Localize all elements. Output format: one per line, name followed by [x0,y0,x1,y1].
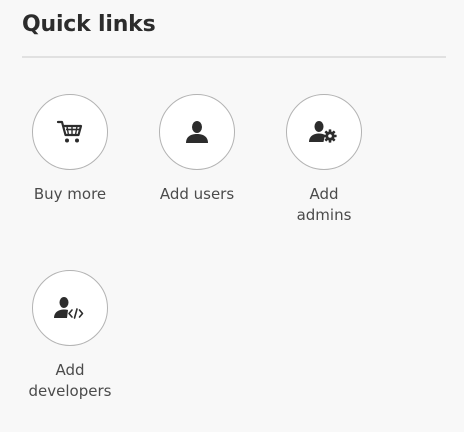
buy-more-button[interactable] [32,94,108,170]
add-developers-button[interactable] [32,270,108,346]
title-divider [22,56,446,58]
quick-links-panel: Quick links Buy more Add users Add admin… [0,0,464,432]
buy-more-label: Buy more [33,185,107,203]
add-users-link[interactable]: Add users [137,94,257,205]
add-admins-link[interactable]: Add admins [264,94,384,226]
add-developers-label: Add developers [28,361,112,400]
admin-gear-icon [309,121,337,143]
add-users-button[interactable] [159,94,235,170]
cart-icon [56,120,83,143]
add-users-label: Add users [159,185,235,203]
add-admins-label: Add admins [296,185,352,224]
developer-code-icon [54,297,84,319]
add-admins-button[interactable] [286,94,362,170]
quick-links-title: Quick links [22,12,156,37]
user-icon [186,121,208,143]
buy-more-link[interactable]: Buy more [10,94,130,205]
add-developers-link[interactable]: Add developers [10,270,130,402]
